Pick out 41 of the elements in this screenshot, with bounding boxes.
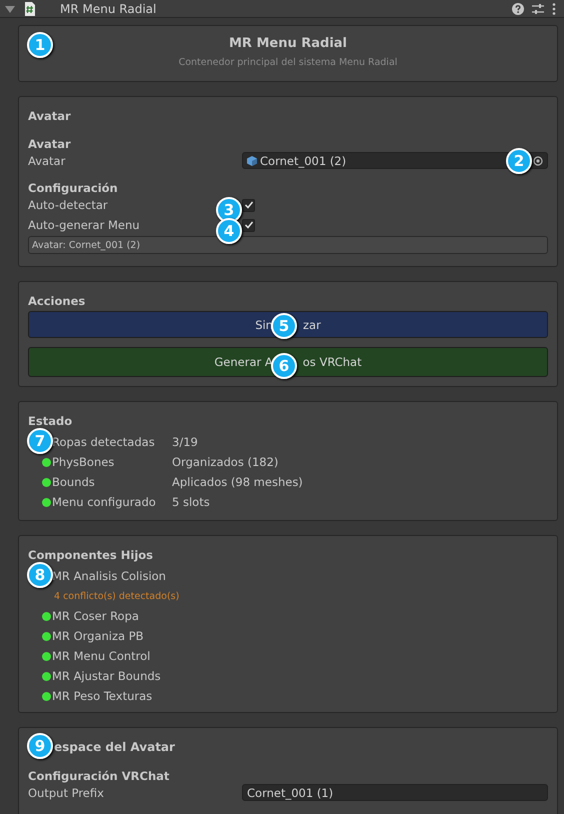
section-title: Estado (28, 414, 74, 428)
help-icon[interactable] (512, 2, 524, 14)
group-title: Configuración (28, 181, 119, 195)
section-title: Acciones (28, 294, 86, 308)
more-options-icon[interactable] (552, 2, 556, 14)
status-value: 3/19 (172, 435, 198, 449)
component-name: MR Ajustar Bounds (52, 669, 162, 683)
header-subtitle: Contenedor principal del sistema Menu Radial (178, 57, 398, 68)
component-name: MR Peso Texturas (52, 689, 154, 703)
component-name: MR Coser Ropa (52, 609, 140, 623)
field-label: Output Prefix (28, 786, 104, 800)
object-picker-icon[interactable] (533, 156, 543, 166)
window-title: MR Menu Radial (60, 2, 156, 16)
checkbox[interactable] (242, 218, 255, 232)
checkbox[interactable] (242, 198, 255, 212)
toggle-label: Auto-generar Menu (28, 218, 140, 232)
section-title: Avatar (28, 109, 72, 123)
foldout-arrow-icon[interactable] (5, 4, 15, 14)
settings-sliders-icon[interactable] (532, 2, 544, 14)
status-value: 5 slots (172, 495, 210, 509)
status-label: Menu configurado (52, 495, 157, 509)
component-name: MR Menu Control (52, 649, 152, 663)
warning-note: 4 conflicto(s) detectado(s) (53, 590, 180, 604)
toggle-label: Auto-detectar (28, 198, 108, 212)
status-label: PhysBones (52, 455, 116, 469)
header-title: MR Menu Radial (228, 36, 348, 51)
status-value: Organizados (182) (172, 455, 278, 469)
status-value: Aplicados (98 meshes) (172, 475, 303, 489)
section-title: Componentes Hijos (28, 548, 154, 562)
section-title: espace del Avatar (54, 740, 175, 754)
group-title: Configuración VRChat (28, 769, 170, 783)
status-label: Ropas detectadas (52, 435, 156, 449)
component-name: MR Analisis Colision (52, 569, 167, 583)
group-title: Avatar (28, 137, 72, 151)
field-label: Avatar (28, 154, 66, 168)
component-name: MR Organiza PB (52, 629, 145, 643)
cube-icon (247, 156, 257, 166)
script-icon (24, 2, 36, 16)
status-label: Bounds (52, 475, 96, 489)
output-prefix-field[interactable]: Cornet_001 (1) (242, 784, 548, 801)
info-box: Avatar: Cornet_001 (2) (28, 236, 548, 254)
